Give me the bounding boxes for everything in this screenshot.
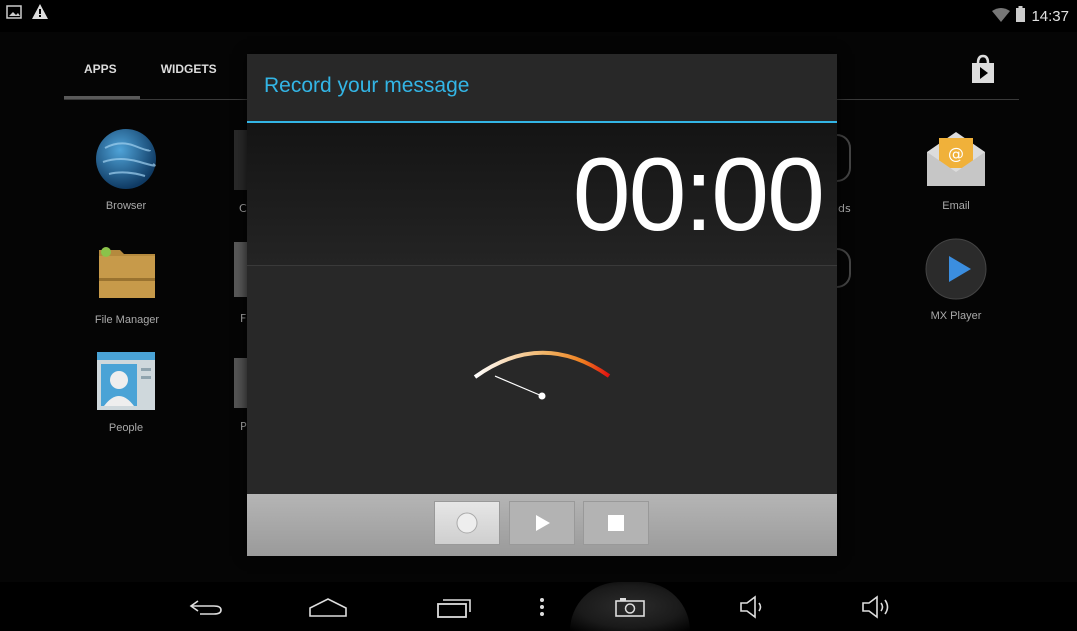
screenshot-button[interactable] bbox=[610, 590, 650, 624]
app-label: People bbox=[108, 422, 144, 434]
play-button[interactable] bbox=[509, 501, 575, 545]
app-mx-player[interactable]: MX Player bbox=[906, 238, 1006, 322]
app-email[interactable]: @ Email bbox=[906, 128, 1006, 212]
menu-icon bbox=[540, 598, 544, 616]
camera-icon bbox=[615, 598, 645, 617]
record-button[interactable] bbox=[434, 501, 500, 545]
meter-pivot bbox=[538, 392, 546, 400]
record-message-dialog: Record your message 00:00 bbox=[247, 54, 837, 556]
app-label: Browser bbox=[105, 200, 147, 212]
picture-icon bbox=[6, 4, 22, 23]
app-browser[interactable]: Browser bbox=[76, 128, 176, 212]
record-icon bbox=[456, 512, 478, 534]
recents-button[interactable] bbox=[434, 590, 474, 624]
warning-icon bbox=[32, 4, 48, 23]
recents-icon bbox=[437, 599, 471, 618]
meter-needle bbox=[494, 375, 543, 397]
drawer-tabs: APPS WIDGETS bbox=[64, 62, 237, 92]
folder-icon bbox=[96, 242, 158, 304]
contact-icon bbox=[95, 350, 157, 412]
timer-panel: 00:00 bbox=[247, 123, 837, 266]
play-icon bbox=[536, 515, 550, 531]
app-label: File Manager bbox=[94, 314, 160, 326]
volume-up-button[interactable] bbox=[858, 590, 898, 624]
meter-arc bbox=[473, 350, 611, 379]
back-button[interactable] bbox=[186, 590, 226, 624]
partial-app-label: C bbox=[239, 202, 247, 215]
clock: 14:37 bbox=[1031, 7, 1069, 25]
elapsed-timer: 00:00 bbox=[572, 137, 825, 253]
partial-app-label: ds bbox=[838, 202, 851, 215]
partial-app-icon bbox=[234, 130, 247, 190]
tab-apps[interactable]: APPS bbox=[64, 62, 137, 92]
home-icon bbox=[309, 598, 347, 617]
level-meter bbox=[473, 350, 611, 400]
partial-app-icon bbox=[234, 358, 247, 408]
partial-app-label: F bbox=[240, 312, 247, 325]
stop-button[interactable] bbox=[583, 501, 649, 545]
stop-icon bbox=[608, 515, 624, 531]
app-file-manager[interactable]: File Manager bbox=[77, 242, 177, 326]
volume-down-icon bbox=[740, 595, 762, 619]
svg-text:@: @ bbox=[948, 144, 964, 163]
dialog-title: Record your message bbox=[264, 74, 470, 97]
home-button[interactable] bbox=[308, 590, 348, 624]
globe-icon bbox=[95, 128, 157, 190]
status-bar: 14:37 bbox=[0, 0, 1077, 32]
app-label: MX Player bbox=[930, 310, 982, 322]
navigation-bar bbox=[0, 582, 1077, 631]
volume-down-button[interactable] bbox=[734, 590, 774, 624]
recorder-controls bbox=[247, 494, 837, 556]
back-icon bbox=[189, 600, 222, 615]
wifi-icon bbox=[992, 7, 1011, 26]
volume-up-icon bbox=[862, 595, 889, 619]
tab-widgets[interactable]: WIDGETS bbox=[161, 62, 237, 92]
partial-app-icon bbox=[234, 242, 247, 297]
partial-app-label: P bbox=[240, 420, 247, 433]
menu-button[interactable] bbox=[522, 590, 562, 624]
app-people[interactable]: People bbox=[76, 350, 176, 434]
play-store-icon[interactable] bbox=[968, 54, 998, 84]
partial-app-icon bbox=[837, 248, 851, 288]
app-label: Email bbox=[942, 200, 970, 212]
partial-app-icon bbox=[837, 134, 851, 182]
envelope-icon: @ bbox=[925, 128, 987, 190]
battery-icon bbox=[1016, 6, 1026, 26]
play-circle-icon bbox=[925, 238, 987, 300]
